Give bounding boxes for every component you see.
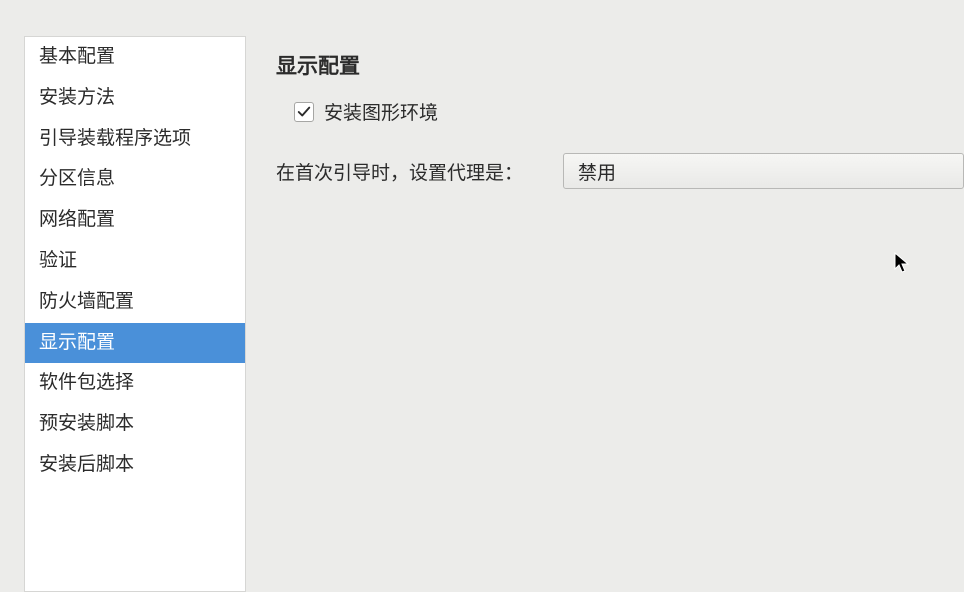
sidebar-item-install-method[interactable]: 安装方法 [25,78,245,119]
page-title: 显示配置 [276,50,964,80]
sidebar-item-label: 分区信息 [39,168,115,189]
sidebar-item-label: 预安装脚本 [39,413,134,434]
sidebar-item-label: 网络配置 [39,209,115,230]
sidebar-item-bootloader-options[interactable]: 引导装载程序选项 [25,119,245,160]
sidebar-item-label: 安装方法 [39,87,115,108]
main-panel: 显示配置 安装图形环境 在首次引导时，设置代理是： 禁用 [246,36,964,592]
sidebar-item-network-config[interactable]: 网络配置 [25,200,245,241]
sidebar: 基本配置 安装方法 引导装载程序选项 分区信息 网络配置 验证 防火墙配置 显示… [24,36,246,592]
sidebar-item-firewall-config[interactable]: 防火墙配置 [25,282,245,323]
sidebar-item-label: 显示配置 [39,332,115,353]
install-graphical-env-row: 安装图形环境 [294,98,964,125]
sidebar-item-postinstall-script[interactable]: 安装后脚本 [25,445,245,486]
setup-agent-label: 在首次引导时，设置代理是： [276,158,523,185]
sidebar-item-label: 防火墙配置 [39,291,134,312]
install-graphical-env-checkbox[interactable] [294,102,314,122]
sidebar-item-package-selection[interactable]: 软件包选择 [25,363,245,404]
setup-agent-select[interactable]: 禁用 [563,153,964,189]
sidebar-item-authentication[interactable]: 验证 [25,241,245,282]
sidebar-item-label: 验证 [39,250,77,271]
setup-agent-select-value: 禁用 [578,158,616,185]
sidebar-item-label: 安装后脚本 [39,454,134,475]
sidebar-item-label: 引导装载程序选项 [39,128,191,149]
sidebar-item-partition-info[interactable]: 分区信息 [25,159,245,200]
sidebar-item-basic-config[interactable]: 基本配置 [25,37,245,78]
install-graphical-env-label: 安装图形环境 [324,98,438,125]
sidebar-item-display-config[interactable]: 显示配置 [25,323,245,364]
checkmark-icon [297,105,311,119]
sidebar-item-label: 基本配置 [39,46,115,67]
sidebar-item-preinstall-script[interactable]: 预安装脚本 [25,404,245,445]
setup-agent-row: 在首次引导时，设置代理是： 禁用 [276,153,964,189]
sidebar-item-label: 软件包选择 [39,372,134,393]
